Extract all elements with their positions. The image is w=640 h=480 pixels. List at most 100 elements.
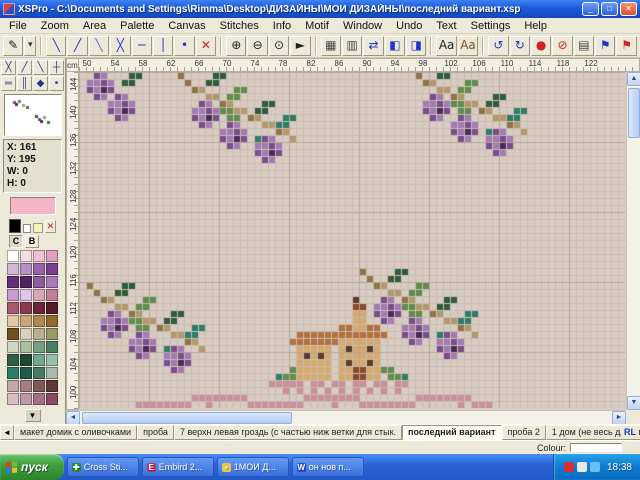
scroll-down-button[interactable]: ▼ — [627, 396, 640, 410]
tab-5[interactable]: проба 2 — [502, 425, 546, 440]
palette-color-20[interactable] — [7, 315, 19, 327]
palette-color-35[interactable] — [46, 354, 58, 366]
palette-color-16[interactable] — [7, 302, 19, 314]
tab-2[interactable]: проба — [137, 425, 174, 440]
black-color-swatch[interactable] — [9, 219, 21, 233]
stitch-half-back-button[interactable]: ╲ — [33, 60, 48, 75]
horizontal-scroll-track[interactable] — [294, 411, 612, 424]
menu-item-text[interactable]: Text — [429, 19, 463, 33]
fabric-color-swatch[interactable] — [33, 223, 43, 233]
menu-item-settings[interactable]: Settings — [464, 19, 518, 33]
volume-tray-icon[interactable] — [577, 462, 587, 472]
taskbar-task-2[interactable]: EEmbird 2... — [142, 457, 214, 477]
quarter-stitch-button[interactable]: ╲ — [89, 36, 109, 56]
palette-color-28[interactable] — [7, 341, 19, 353]
scroll-left-button[interactable]: ◄ — [66, 411, 80, 425]
palette-color-0[interactable] — [7, 250, 19, 262]
vertical-scroll-thumb[interactable] — [628, 88, 640, 138]
backstitch-horizontal-button[interactable]: ─ — [132, 36, 152, 56]
taskbar-task-3[interactable]: ▪1МОИ Д... — [217, 457, 289, 477]
palette-color-14[interactable] — [33, 289, 45, 301]
palette-color-32[interactable] — [7, 354, 19, 366]
delete-stitch-button[interactable]: ✕ — [196, 36, 216, 56]
stitch-double-button[interactable]: ═ — [1, 76, 16, 91]
grid-lines-button[interactable]: ▥ — [342, 36, 362, 56]
menu-item-info[interactable]: Info — [266, 19, 298, 33]
palette-color-29[interactable] — [20, 341, 32, 353]
palette-color-30[interactable] — [33, 341, 45, 353]
menu-item-file[interactable]: File — [2, 19, 34, 33]
zoom-actual-button[interactable]: ⊙ — [269, 36, 289, 56]
palette-color-17[interactable] — [20, 302, 32, 314]
palette-color-27[interactable] — [46, 328, 58, 340]
palette-color-46[interactable] — [33, 393, 45, 405]
taskbar-task-1[interactable]: ✚Cross Sti... — [67, 457, 139, 477]
palette-color-38[interactable] — [33, 367, 45, 379]
palette-mode-b-button[interactable]: B — [25, 235, 39, 248]
stitch-backstitch-button[interactable]: ┼ — [49, 60, 64, 75]
palette-color-19[interactable] — [46, 302, 58, 314]
palette-mode-c-button[interactable]: C — [9, 235, 23, 248]
palette-color-5[interactable] — [20, 263, 32, 275]
palette-color-23[interactable] — [46, 315, 58, 327]
pencil-dropdown-button[interactable]: ▾ — [24, 36, 36, 56]
stitch-knot-button[interactable]: • — [49, 76, 64, 91]
text-small-button[interactable]: Aa — [436, 36, 456, 56]
clear-color-button[interactable]: ✕ — [45, 220, 56, 233]
palette-color-12[interactable] — [7, 289, 19, 301]
palette-color-34[interactable] — [33, 354, 45, 366]
palette-color-15[interactable] — [46, 289, 58, 301]
grid-toggle-button[interactable]: ▦ — [321, 36, 341, 56]
tab-scroll-left-button[interactable]: ◄ — [0, 425, 14, 440]
rotate-right-button[interactable]: ↻ — [510, 36, 530, 56]
scroll-right-button[interactable]: ► — [612, 411, 626, 425]
pattern-preview[interactable] — [4, 94, 62, 136]
menu-item-motif[interactable]: Motif — [298, 19, 336, 33]
palette-color-37[interactable] — [20, 367, 32, 379]
network-tray-icon[interactable] — [590, 462, 600, 472]
stitch-vertical-button[interactable]: ║ — [17, 76, 32, 91]
palette-color-26[interactable] — [33, 328, 45, 340]
vertical-scroll-track[interactable] — [627, 140, 640, 396]
taskbar-task-4[interactable]: Wон нов п... — [292, 457, 364, 477]
menu-item-undo[interactable]: Undo — [389, 19, 429, 33]
start-button[interactable]: пуск — [0, 454, 64, 480]
maximize-button[interactable]: □ — [601, 2, 618, 16]
menu-item-palette[interactable]: Palette — [113, 19, 161, 33]
palette-color-36[interactable] — [7, 367, 19, 379]
color-wheel-button[interactable]: ● — [531, 36, 551, 56]
white-color-swatch[interactable] — [23, 224, 31, 233]
palette-color-18[interactable] — [33, 302, 45, 314]
motif-page-button[interactable]: ▤ — [574, 36, 594, 56]
palette-color-40[interactable] — [7, 380, 19, 392]
palette-color-4[interactable] — [7, 263, 19, 275]
palette-color-45[interactable] — [20, 393, 32, 405]
rotate-left-button[interactable]: ↺ — [488, 36, 508, 56]
mirror-horizontal-button[interactable]: ◧ — [385, 36, 405, 56]
palette-color-22[interactable] — [33, 315, 45, 327]
stitch-full-cross-button[interactable]: ╳ — [1, 60, 16, 75]
menu-item-zoom[interactable]: Zoom — [34, 19, 76, 33]
menu-item-stitches[interactable]: Stitches — [213, 19, 266, 33]
palette-color-31[interactable] — [46, 341, 58, 353]
palette-color-24[interactable] — [7, 328, 19, 340]
mirror-vertical-button[interactable]: ◨ — [406, 36, 426, 56]
palette-color-25[interactable] — [20, 328, 32, 340]
scroll-up-button[interactable]: ▲ — [627, 72, 640, 86]
tab-3[interactable]: 7 верхн левая гроздь (с частью ниж ветки… — [174, 425, 402, 440]
palette-color-2[interactable] — [33, 250, 45, 262]
palette-color-10[interactable] — [33, 276, 45, 288]
flag-blue-button[interactable]: ⚑ — [595, 36, 615, 56]
palette-color-13[interactable] — [20, 289, 32, 301]
pointer-button[interactable]: ► — [290, 36, 310, 56]
palette-color-21[interactable] — [20, 315, 32, 327]
palette-color-8[interactable] — [7, 276, 19, 288]
stitch-bead-button[interactable]: ◆ — [33, 76, 48, 91]
tab-1[interactable]: макет домик с оливочками — [14, 425, 137, 440]
zoom-out-button[interactable]: ⊖ — [247, 36, 267, 56]
horizontal-scroll-thumb[interactable] — [82, 412, 292, 424]
palette-color-41[interactable] — [20, 380, 32, 392]
palette-color-47[interactable] — [46, 393, 58, 405]
pencil-button[interactable]: ✎ — [3, 36, 23, 56]
palette-color-9[interactable] — [20, 276, 32, 288]
